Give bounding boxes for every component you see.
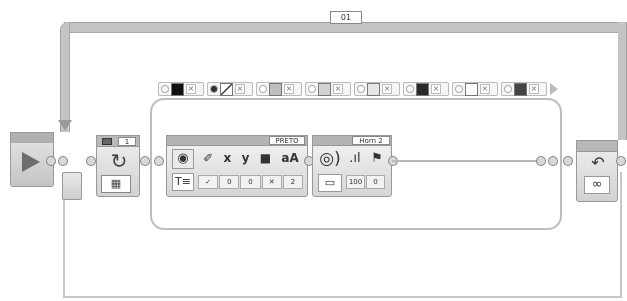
play-icon[interactable] bbox=[22, 152, 40, 172]
case-color-icon bbox=[318, 82, 331, 96]
case-color-icon bbox=[514, 82, 527, 96]
y-value[interactable]: 0 bbox=[240, 175, 261, 189]
remove-case-icon[interactable]: × bbox=[333, 84, 343, 94]
case-radio-icon[interactable] bbox=[308, 85, 316, 93]
loop-end-header bbox=[576, 140, 618, 152]
volume-value[interactable]: 100 bbox=[346, 175, 365, 189]
sound-file-mode-icon[interactable]: ▭ bbox=[318, 174, 342, 192]
connector-dot[interactable] bbox=[86, 156, 96, 166]
case-color-icon bbox=[220, 82, 233, 96]
color-value[interactable]: ✕ bbox=[261, 175, 282, 189]
outer-loop-frame-right bbox=[618, 22, 627, 140]
case-color-icon bbox=[367, 82, 380, 96]
display-icon: ◉ bbox=[172, 149, 194, 169]
connector-dot[interactable] bbox=[140, 156, 150, 166]
wire-bottom bbox=[63, 296, 622, 298]
connector-dot[interactable] bbox=[536, 156, 546, 166]
speaker-icon: ◎) bbox=[319, 149, 341, 169]
connector-dot[interactable] bbox=[154, 156, 164, 166]
sound-param-values: 100 0 bbox=[346, 175, 386, 189]
case-radio-icon[interactable] bbox=[504, 85, 512, 93]
font-value[interactable]: 2 bbox=[282, 175, 304, 189]
switch-case-tab[interactable]: × bbox=[354, 82, 400, 96]
display-param-values: ✓ 0 0 ✕ 2 bbox=[198, 175, 304, 189]
text-mode-icon[interactable]: T≡ bbox=[172, 173, 194, 191]
remove-case-icon[interactable]: × bbox=[284, 84, 294, 94]
remove-case-icon[interactable]: × bbox=[431, 84, 441, 94]
switch-case-tab[interactable]: × bbox=[305, 82, 351, 96]
connector-dot[interactable] bbox=[548, 156, 558, 166]
connector-dot[interactable] bbox=[563, 156, 573, 166]
remove-case-icon[interactable]: × bbox=[186, 84, 196, 94]
sequence-wire bbox=[392, 160, 538, 162]
case-color-icon bbox=[416, 82, 429, 96]
switch-case-tab[interactable]: × bbox=[158, 82, 204, 96]
x-param-icon: x bbox=[223, 151, 232, 165]
x-value[interactable]: 0 bbox=[219, 175, 240, 189]
loop-id-icon bbox=[102, 138, 112, 145]
switch-case-tab[interactable]: × bbox=[452, 82, 498, 96]
case-color-icon bbox=[465, 82, 478, 96]
connector-dot[interactable] bbox=[58, 156, 68, 166]
loop-label[interactable]: 01 bbox=[330, 11, 362, 24]
flag-block[interactable] bbox=[62, 172, 82, 200]
play-type-value[interactable]: 0 bbox=[366, 175, 385, 189]
font-size-icon: aA bbox=[281, 151, 299, 165]
switch-case-palette: × × × × × × × × bbox=[158, 82, 558, 98]
wire-right bbox=[620, 172, 622, 298]
case-radio-icon[interactable] bbox=[161, 85, 169, 93]
outer-loop-frame-left bbox=[60, 22, 70, 132]
loop-mode-icon[interactable]: ▦ bbox=[101, 175, 131, 193]
loop-return-arrow bbox=[58, 120, 72, 131]
remove-case-icon[interactable]: × bbox=[480, 84, 490, 94]
infinity-icon[interactable]: ∞ bbox=[584, 176, 610, 194]
case-color-icon bbox=[171, 82, 184, 96]
wire-left bbox=[63, 193, 65, 297]
case-radio-icon[interactable] bbox=[406, 85, 414, 93]
switch-case-tab[interactable]: × bbox=[256, 82, 302, 96]
case-radio-icon[interactable] bbox=[357, 85, 365, 93]
switch-case-tab[interactable]: × bbox=[403, 82, 449, 96]
loop-count[interactable]: 1 bbox=[118, 137, 136, 146]
connector-dot[interactable] bbox=[46, 156, 56, 166]
display-port-label[interactable]: PRETO bbox=[269, 136, 305, 145]
y-param-icon: y bbox=[241, 151, 250, 165]
remove-case-icon[interactable]: × bbox=[382, 84, 392, 94]
connector-dot[interactable] bbox=[616, 156, 626, 166]
play-type-icon: ⚑ bbox=[371, 150, 383, 166]
case-color-icon bbox=[269, 82, 282, 96]
sound-file-label[interactable]: Horn 2 bbox=[352, 136, 390, 145]
display-param-icons: ✐ x y ■ aA bbox=[198, 148, 304, 168]
clear-screen-value[interactable]: ✓ bbox=[198, 175, 219, 189]
case-radio-icon[interactable] bbox=[259, 85, 267, 93]
remove-case-icon[interactable]: × bbox=[529, 84, 539, 94]
loop-icon: ↻ bbox=[110, 149, 128, 173]
eraser-icon: ✐ bbox=[203, 151, 214, 165]
remove-case-icon[interactable]: × bbox=[235, 84, 245, 94]
switch-case-tab[interactable]: × bbox=[207, 82, 253, 96]
volume-icon: .ıl bbox=[349, 150, 361, 166]
loop-back-icon: ↶ bbox=[591, 153, 605, 172]
color-param-icon: ■ bbox=[259, 151, 272, 165]
scroll-right-icon[interactable] bbox=[550, 83, 558, 95]
case-radio-icon[interactable] bbox=[210, 85, 218, 93]
switch-case-tab[interactable]: × bbox=[501, 82, 547, 96]
start-block-header bbox=[10, 132, 54, 143]
sound-param-icons: .ıl ⚑ bbox=[344, 148, 388, 168]
case-radio-icon[interactable] bbox=[455, 85, 463, 93]
